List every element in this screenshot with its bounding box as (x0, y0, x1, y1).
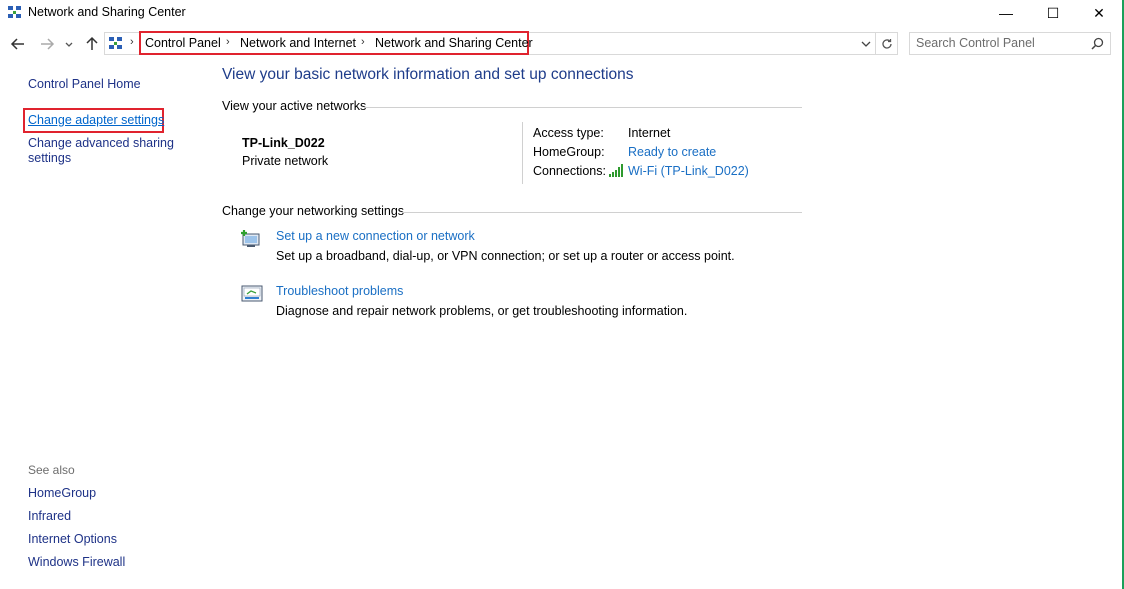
change-advanced-sharing-link-line2[interactable]: settings (28, 151, 71, 165)
networking-settings-heading: Change your networking settings (222, 204, 405, 218)
search-icon[interactable] (1091, 37, 1104, 50)
infrared-link[interactable]: Infrared (28, 509, 71, 523)
maximize-button[interactable]: ☐ (1030, 0, 1076, 26)
breadcrumb-network-and-internet[interactable]: Network and Internet (240, 36, 356, 50)
access-type-value: Internet (628, 126, 671, 140)
breadcrumb-control-panel[interactable]: Control Panel (145, 36, 221, 50)
wifi-connection-link[interactable]: Wi-Fi (TP-Link_D022) (628, 164, 749, 178)
address-dropdown-icon[interactable] (860, 39, 872, 49)
breadcrumb-separator-icon[interactable]: › (226, 36, 230, 48)
setup-new-connection-description: Set up a broadband, dial-up, or VPN conn… (276, 249, 735, 263)
network-center-icon (8, 6, 21, 18)
troubleshoot-problems-link[interactable]: Troubleshoot problems (276, 284, 403, 298)
page-title: View your basic network information and … (222, 66, 634, 83)
connections-label: Connections: (533, 164, 606, 178)
troubleshoot-icon (241, 285, 263, 302)
breadcrumb-separator-icon[interactable]: › (130, 36, 134, 48)
window-title: Network and Sharing Center (28, 5, 186, 19)
chevron-down-icon[interactable] (62, 35, 76, 53)
divider (522, 122, 523, 184)
up-arrow-icon[interactable] (83, 35, 101, 53)
change-adapter-settings-link[interactable]: Change adapter settings (28, 113, 164, 127)
search-box[interactable] (909, 32, 1111, 55)
troubleshoot-problems-description: Diagnose and repair network problems, or… (276, 304, 688, 318)
see-also-heading: See also (28, 463, 75, 477)
change-advanced-sharing-link[interactable]: Change advanced sharing (28, 136, 174, 150)
setup-new-connection-link[interactable]: Set up a new connection or network (276, 229, 475, 243)
refresh-button[interactable] (876, 32, 898, 55)
refresh-icon (881, 38, 892, 49)
homegroup-label: HomeGroup: (533, 145, 605, 159)
forward-arrow-icon[interactable] (38, 35, 56, 53)
search-input[interactable] (916, 36, 1076, 50)
network-type: Private network (242, 154, 329, 168)
breadcrumb-network-sharing-center[interactable]: Network and Sharing Center (375, 36, 533, 50)
windows-firewall-link[interactable]: Windows Firewall (28, 555, 125, 569)
breadcrumb-separator-icon[interactable]: › (361, 36, 365, 48)
minimize-button[interactable]: — (983, 0, 1029, 26)
access-type-label: Access type: (533, 126, 604, 140)
back-arrow-icon[interactable] (9, 35, 27, 53)
internet-options-link[interactable]: Internet Options (28, 532, 117, 546)
new-connection-icon (241, 230, 260, 247)
divider (364, 107, 802, 108)
homegroup-link[interactable]: HomeGroup (28, 486, 96, 500)
control-panel-icon (109, 37, 122, 49)
close-button[interactable]: ✕ (1076, 0, 1122, 26)
divider (402, 212, 802, 213)
homegroup-status-link[interactable]: Ready to create (628, 145, 716, 159)
control-panel-home-link[interactable]: Control Panel Home (28, 77, 141, 91)
active-networks-heading: View your active networks (222, 99, 367, 113)
wifi-signal-icon (609, 164, 623, 177)
network-name: TP-Link_D022 (242, 136, 325, 150)
